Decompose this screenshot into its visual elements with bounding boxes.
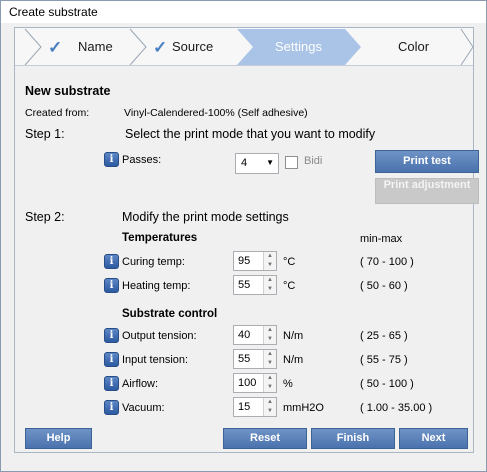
spinner-arrows-icon[interactable]: ▲ ▼ (263, 252, 276, 270)
spinner-arrows-icon[interactable]: ▲ ▼ (263, 276, 276, 294)
heating-temp-range: ( 50 - 60 ) (360, 280, 408, 292)
print-adjustment-button[interactable]: Print adjustment (375, 178, 479, 204)
passes-select[interactable]: 4 ▼ (235, 153, 279, 174)
temperatures-heading: Temperatures (122, 232, 198, 244)
curing-temp-value: 95 (238, 255, 251, 267)
heating-temp-unit: °C (283, 280, 296, 292)
airflow-value: 100 (238, 377, 257, 389)
info-icon[interactable]: i (104, 278, 119, 293)
vacuum-unit: mmH2O (283, 402, 324, 414)
spinner-arrows-icon[interactable]: ▲ ▼ (263, 350, 276, 368)
spinner-arrows-icon[interactable]: ▲ ▼ (263, 326, 276, 344)
airflow-label: Airflow: (122, 378, 159, 390)
step2-text: Modify the print mode settings (122, 210, 289, 224)
curing-temp-label: Curing temp: (122, 256, 185, 268)
info-icon[interactable]: i (104, 254, 119, 269)
created-from-label: Created from: (25, 107, 90, 119)
heating-temp-input[interactable]: 55 ▲ ▼ (233, 275, 277, 295)
airflow-unit: % (283, 378, 293, 390)
input-tension-unit: N/m (283, 354, 304, 366)
curing-temp-unit: °C (283, 256, 296, 268)
airflow-input[interactable]: 100 ▲ ▼ (233, 373, 277, 393)
checkmark-icon: ✓ (153, 38, 168, 57)
bidi-label: Bidi (304, 155, 323, 167)
next-button[interactable]: Next (399, 428, 468, 449)
curing-temp-range: ( 70 - 100 ) (360, 256, 414, 268)
checkmark-icon: ✓ (48, 38, 63, 57)
heating-temp-label: Heating temp: (122, 280, 191, 292)
help-button[interactable]: Help (25, 428, 92, 449)
created-from-value: Vinyl-Calendered-100% (Self adhesive) (124, 107, 308, 119)
input-tension-value: 55 (238, 353, 251, 365)
wizard-step-name[interactable]: Name (78, 39, 113, 54)
input-tension-label: Input tension: (122, 354, 189, 366)
window-title: Create substrate (1, 1, 486, 23)
step1-label: Step 1: (25, 127, 65, 141)
input-tension-range: ( 55 - 75 ) (360, 354, 408, 366)
passes-value: 4 (241, 157, 248, 169)
vacuum-input[interactable]: 15 ▲ ▼ (233, 397, 277, 417)
info-icon[interactable]: i (104, 376, 119, 391)
wizard-step-color[interactable]: Color (398, 39, 429, 54)
print-test-button[interactable]: Print test (375, 150, 479, 173)
output-tension-unit: N/m (283, 330, 304, 342)
spinner-arrows-icon[interactable]: ▲ ▼ (263, 374, 276, 392)
info-icon[interactable]: i (104, 152, 119, 167)
output-tension-input[interactable]: 40 ▲ ▼ (233, 325, 277, 345)
bidi-checkbox[interactable] (285, 156, 298, 169)
substrate-control-heading: Substrate control (122, 308, 218, 320)
info-icon[interactable]: i (104, 328, 119, 343)
vacuum-value: 15 (238, 401, 251, 413)
wizard-step-source[interactable]: Source (172, 39, 213, 54)
step1-text: Select the print mode that you want to m… (125, 127, 376, 141)
wizard-panel: ✓ Name ✓ Source Settings Color New subst… (14, 27, 479, 453)
spinner-arrows-icon[interactable]: ▲ ▼ (263, 398, 276, 416)
vacuum-range: ( 1.00 - 35.00 ) (360, 402, 433, 414)
chevron-down-icon: ▼ (266, 158, 274, 167)
vacuum-label: Vacuum: (122, 402, 165, 414)
output-tension-value: 40 (238, 329, 251, 341)
reset-button[interactable]: Reset (223, 428, 307, 449)
info-icon[interactable]: i (104, 352, 119, 367)
info-icon[interactable]: i (104, 400, 119, 415)
wizard-steps: ✓ Name ✓ Source Settings Color (15, 28, 473, 66)
heating-temp-value: 55 (238, 279, 251, 291)
output-tension-label: Output tension: (122, 330, 197, 342)
passes-label: Passes: (122, 154, 162, 166)
curing-temp-input[interactable]: 95 ▲ ▼ (233, 251, 277, 271)
page-title: New substrate (25, 84, 111, 98)
airflow-range: ( 50 - 100 ) (360, 378, 414, 390)
min-max-header: min-max (360, 233, 403, 245)
create-substrate-window: Create substrate ✓ Name ✓ Source Setting… (0, 0, 487, 472)
step2-label: Step 2: (25, 210, 65, 224)
wizard-step-settings[interactable]: Settings (275, 39, 322, 54)
finish-button[interactable]: Finish (311, 428, 395, 449)
output-tension-range: ( 25 - 65 ) (360, 330, 408, 342)
input-tension-input[interactable]: 55 ▲ ▼ (233, 349, 277, 369)
